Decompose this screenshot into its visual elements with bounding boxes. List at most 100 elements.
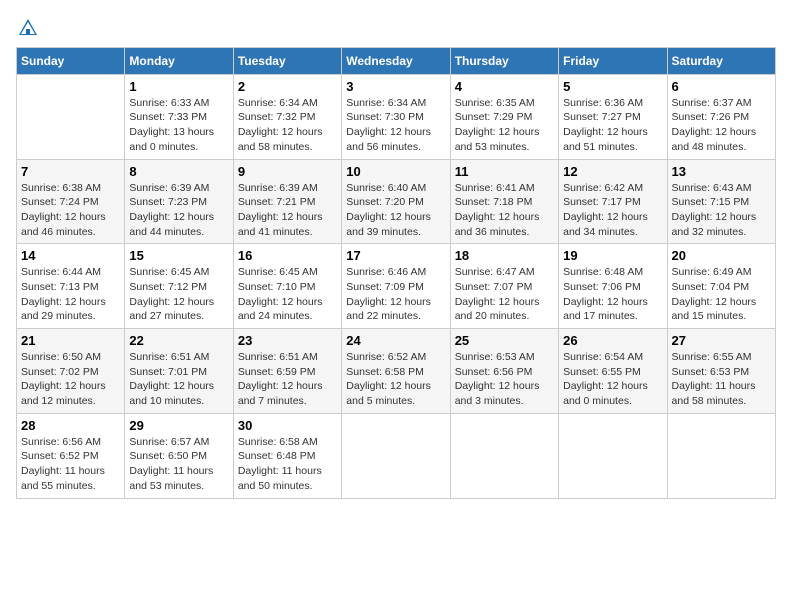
day-info: Sunrise: 6:40 AM Sunset: 7:20 PM Dayligh… bbox=[346, 181, 445, 240]
calendar-week-row: 28Sunrise: 6:56 AM Sunset: 6:52 PM Dayli… bbox=[17, 413, 776, 498]
day-info: Sunrise: 6:36 AM Sunset: 7:27 PM Dayligh… bbox=[563, 96, 662, 155]
day-number: 5 bbox=[563, 79, 662, 94]
calendar-cell: 6 Sunrise: 6:37 AM Sunset: 7:26 PM Daylig… bbox=[667, 74, 775, 159]
calendar-cell: 17 Sunrise: 6:46 AM Sunset: 7:09 PM Dayli… bbox=[342, 244, 450, 329]
day-info: Sunrise: 6:58 AM Sunset: 6:48 PM Dayligh… bbox=[238, 435, 337, 494]
calendar-cell: 10 Sunrise: 6:40 AM Sunset: 7:20 PM Dayli… bbox=[342, 159, 450, 244]
calendar-week-row: 1 Sunrise: 6:33 AM Sunset: 7:33 PM Daylig… bbox=[17, 74, 776, 159]
day-number: 18 bbox=[455, 248, 554, 263]
day-number: 6 bbox=[672, 79, 771, 94]
calendar-cell: 29 Sunrise: 6:57 AM Sunset: 6:50 PM Dayli… bbox=[125, 413, 233, 498]
calendar-cell: 12 Sunrise: 6:42 AM Sunset: 7:17 PM Dayli… bbox=[559, 159, 667, 244]
day-info: Sunrise: 6:43 AM Sunset: 7:15 PM Dayligh… bbox=[672, 181, 771, 240]
day-number: 12 bbox=[563, 164, 662, 179]
page-header bbox=[16, 16, 776, 39]
day-number: 17 bbox=[346, 248, 445, 263]
day-info: Sunrise: 6:49 AM Sunset: 7:04 PM Dayligh… bbox=[672, 265, 771, 324]
calendar-cell: 9 Sunrise: 6:39 AM Sunset: 7:21 PM Daylig… bbox=[233, 159, 341, 244]
calendar-table: SundayMondayTuesdayWednesdayThursdayFrid… bbox=[16, 47, 776, 499]
day-number: 16 bbox=[238, 248, 337, 263]
logo-general bbox=[16, 19, 39, 36]
day-number: 27 bbox=[672, 333, 771, 348]
calendar-cell bbox=[559, 413, 667, 498]
day-info: Sunrise: 6:34 AM Sunset: 7:32 PM Dayligh… bbox=[238, 96, 337, 155]
day-number: 3 bbox=[346, 79, 445, 94]
day-info: Sunrise: 6:45 AM Sunset: 7:10 PM Dayligh… bbox=[238, 265, 337, 324]
day-number: 19 bbox=[563, 248, 662, 263]
calendar-week-row: 7Sunrise: 6:38 AM Sunset: 7:24 PM Daylig… bbox=[17, 159, 776, 244]
day-of-week-header: Friday bbox=[559, 47, 667, 74]
day-of-week-header: Monday bbox=[125, 47, 233, 74]
day-info: Sunrise: 6:56 AM Sunset: 6:52 PM Dayligh… bbox=[21, 435, 120, 494]
calendar-cell: 26 Sunrise: 6:54 AM Sunset: 6:55 PM Dayli… bbox=[559, 329, 667, 414]
day-info: Sunrise: 6:52 AM Sunset: 6:58 PM Dayligh… bbox=[346, 350, 445, 409]
calendar-cell: 16 Sunrise: 6:45 AM Sunset: 7:10 PM Dayli… bbox=[233, 244, 341, 329]
day-info: Sunrise: 6:54 AM Sunset: 6:55 PM Dayligh… bbox=[563, 350, 662, 409]
day-number: 15 bbox=[129, 248, 228, 263]
day-info: Sunrise: 6:51 AM Sunset: 6:59 PM Dayligh… bbox=[238, 350, 337, 409]
day-info: Sunrise: 6:42 AM Sunset: 7:17 PM Dayligh… bbox=[563, 181, 662, 240]
day-info: Sunrise: 6:37 AM Sunset: 7:26 PM Dayligh… bbox=[672, 96, 771, 155]
day-info: Sunrise: 6:47 AM Sunset: 7:07 PM Dayligh… bbox=[455, 265, 554, 324]
logo-icon bbox=[17, 17, 39, 39]
calendar-cell bbox=[17, 74, 125, 159]
calendar-cell: 5 Sunrise: 6:36 AM Sunset: 7:27 PM Daylig… bbox=[559, 74, 667, 159]
day-number: 9 bbox=[238, 164, 337, 179]
calendar-cell: 4 Sunrise: 6:35 AM Sunset: 7:29 PM Daylig… bbox=[450, 74, 558, 159]
day-info: Sunrise: 6:57 AM Sunset: 6:50 PM Dayligh… bbox=[129, 435, 228, 494]
day-of-week-header: Saturday bbox=[667, 47, 775, 74]
day-info: Sunrise: 6:39 AM Sunset: 7:23 PM Dayligh… bbox=[129, 181, 228, 240]
calendar-week-row: 14Sunrise: 6:44 AM Sunset: 7:13 PM Dayli… bbox=[17, 244, 776, 329]
day-number: 20 bbox=[672, 248, 771, 263]
day-info: Sunrise: 6:35 AM Sunset: 7:29 PM Dayligh… bbox=[455, 96, 554, 155]
day-info: Sunrise: 6:39 AM Sunset: 7:21 PM Dayligh… bbox=[238, 181, 337, 240]
day-number: 7 bbox=[21, 164, 120, 179]
calendar-cell: 27 Sunrise: 6:55 AM Sunset: 6:53 PM Dayli… bbox=[667, 329, 775, 414]
calendar-cell: 15 Sunrise: 6:45 AM Sunset: 7:12 PM Dayli… bbox=[125, 244, 233, 329]
calendar-cell: 13 Sunrise: 6:43 AM Sunset: 7:15 PM Dayli… bbox=[667, 159, 775, 244]
day-of-week-header: Thursday bbox=[450, 47, 558, 74]
calendar-cell: 19 Sunrise: 6:48 AM Sunset: 7:06 PM Dayli… bbox=[559, 244, 667, 329]
day-number: 22 bbox=[129, 333, 228, 348]
calendar-cell bbox=[342, 413, 450, 498]
day-info: Sunrise: 6:33 AM Sunset: 7:33 PM Dayligh… bbox=[129, 96, 228, 155]
day-info: Sunrise: 6:46 AM Sunset: 7:09 PM Dayligh… bbox=[346, 265, 445, 324]
calendar-cell: 24Sunrise: 6:52 AM Sunset: 6:58 PM Dayli… bbox=[342, 329, 450, 414]
day-number: 11 bbox=[455, 164, 554, 179]
day-info: Sunrise: 6:48 AM Sunset: 7:06 PM Dayligh… bbox=[563, 265, 662, 324]
day-info: Sunrise: 6:34 AM Sunset: 7:30 PM Dayligh… bbox=[346, 96, 445, 155]
calendar-cell: 18 Sunrise: 6:47 AM Sunset: 7:07 PM Dayli… bbox=[450, 244, 558, 329]
day-number: 2 bbox=[238, 79, 337, 94]
day-info: Sunrise: 6:53 AM Sunset: 6:56 PM Dayligh… bbox=[455, 350, 554, 409]
calendar-week-row: 21 Sunrise: 6:50 AM Sunset: 7:02 PM Dayli… bbox=[17, 329, 776, 414]
calendar-cell: 3 Sunrise: 6:34 AM Sunset: 7:30 PM Daylig… bbox=[342, 74, 450, 159]
day-info: Sunrise: 6:41 AM Sunset: 7:18 PM Dayligh… bbox=[455, 181, 554, 240]
day-info: Sunrise: 6:51 AM Sunset: 7:01 PM Dayligh… bbox=[129, 350, 228, 409]
calendar-cell: 7Sunrise: 6:38 AM Sunset: 7:24 PM Daylig… bbox=[17, 159, 125, 244]
calendar-cell: 14Sunrise: 6:44 AM Sunset: 7:13 PM Dayli… bbox=[17, 244, 125, 329]
day-number: 4 bbox=[455, 79, 554, 94]
day-number: 1 bbox=[129, 79, 228, 94]
calendar-cell: 11 Sunrise: 6:41 AM Sunset: 7:18 PM Dayli… bbox=[450, 159, 558, 244]
day-info: Sunrise: 6:50 AM Sunset: 7:02 PM Dayligh… bbox=[21, 350, 120, 409]
calendar-header-row: SundayMondayTuesdayWednesdayThursdayFrid… bbox=[17, 47, 776, 74]
day-of-week-header: Tuesday bbox=[233, 47, 341, 74]
day-of-week-header: Wednesday bbox=[342, 47, 450, 74]
day-number: 23 bbox=[238, 333, 337, 348]
calendar-cell bbox=[450, 413, 558, 498]
calendar-cell: 25Sunrise: 6:53 AM Sunset: 6:56 PM Dayli… bbox=[450, 329, 558, 414]
day-info: Sunrise: 6:44 AM Sunset: 7:13 PM Dayligh… bbox=[21, 265, 120, 324]
day-number: 26 bbox=[563, 333, 662, 348]
day-number: 29 bbox=[129, 418, 228, 433]
day-info: Sunrise: 6:55 AM Sunset: 6:53 PM Dayligh… bbox=[672, 350, 771, 409]
day-info: Sunrise: 6:45 AM Sunset: 7:12 PM Dayligh… bbox=[129, 265, 228, 324]
day-number: 21 bbox=[21, 333, 120, 348]
day-number: 13 bbox=[672, 164, 771, 179]
day-of-week-header: Sunday bbox=[17, 47, 125, 74]
day-number: 10 bbox=[346, 164, 445, 179]
calendar-cell: 21 Sunrise: 6:50 AM Sunset: 7:02 PM Dayli… bbox=[17, 329, 125, 414]
day-number: 8 bbox=[129, 164, 228, 179]
calendar-cell: 1 Sunrise: 6:33 AM Sunset: 7:33 PM Daylig… bbox=[125, 74, 233, 159]
calendar-cell: 28Sunrise: 6:56 AM Sunset: 6:52 PM Dayli… bbox=[17, 413, 125, 498]
calendar-cell: 30Sunrise: 6:58 AM Sunset: 6:48 PM Dayli… bbox=[233, 413, 341, 498]
